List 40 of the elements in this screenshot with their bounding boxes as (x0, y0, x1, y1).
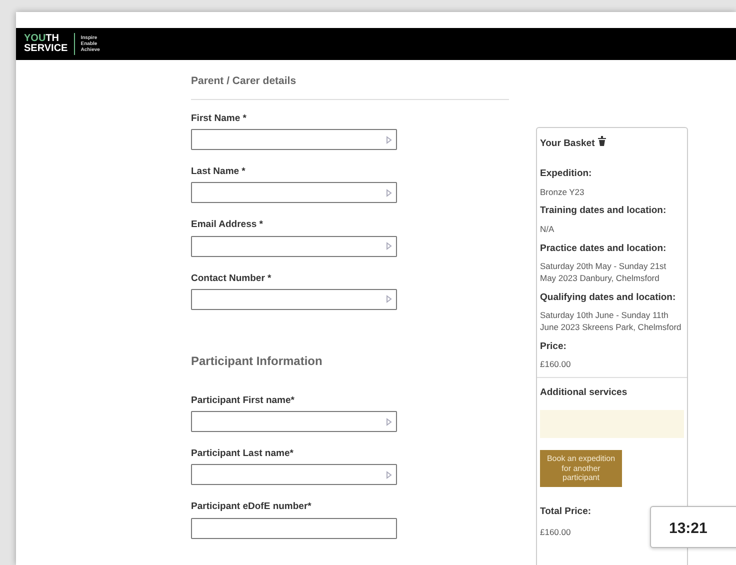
detail-label: Price: (540, 340, 568, 354)
basket-icon (598, 136, 606, 146)
field-label: Participant Last name* (191, 447, 294, 461)
autofill-icon[interactable] (386, 188, 392, 197)
input-field[interactable] (191, 288, 397, 310)
autofill-icon[interactable] (386, 418, 392, 426)
input-field[interactable] (191, 236, 397, 256)
input-field[interactable] (191, 411, 397, 432)
input-field[interactable] (191, 518, 397, 538)
autofill-icon[interactable] (386, 136, 392, 144)
detail-label: Qualifying dates and location: (540, 290, 677, 305)
basket-title: Your Basket (540, 138, 595, 149)
logo-text: YOUTH SERVICE (24, 34, 68, 54)
detail-value: Bronze Y23 (540, 186, 586, 198)
field-label: Participant eDofE number* (191, 500, 312, 514)
clock-time: 13:21 (650, 506, 736, 548)
detail-label: Training dates and location: (540, 204, 668, 218)
field-label: Participant First name* (191, 394, 296, 408)
detail-value: £160.00 (540, 358, 572, 371)
autofill-icon[interactable] (386, 242, 392, 250)
logo-divider (74, 33, 75, 55)
input-field[interactable] (191, 182, 397, 204)
section-title: Parent / Carer details (191, 74, 509, 100)
field-label: Email Address * (191, 218, 264, 232)
input-field[interactable] (191, 129, 397, 150)
detail-value: Saturday 10th June - Sunday 11th June 2023 Skreens Park, Chelmsford (540, 310, 682, 334)
field-label: First Name * (191, 112, 248, 126)
detail-value: Saturday 20th May - Sunday 21st May 2023 Danbury, Chelmsford (540, 260, 668, 285)
detail-value: N/A (540, 224, 556, 236)
autofill-icon[interactable] (386, 470, 392, 479)
section-title: Participant Information (191, 352, 324, 370)
total-label: Total Price: (540, 504, 592, 519)
input-field[interactable] (191, 464, 397, 486)
field-label: Last Name * (191, 165, 246, 179)
detail-label: Practice dates and location: (540, 242, 668, 256)
field-label: Contact Number * (191, 272, 272, 286)
additional-services-title: Additional services (540, 386, 628, 400)
detail-label: Expedition: (540, 167, 593, 182)
autofill-icon[interactable] (386, 295, 392, 304)
book-button[interactable]: Book an expedition for another participant (540, 450, 622, 487)
